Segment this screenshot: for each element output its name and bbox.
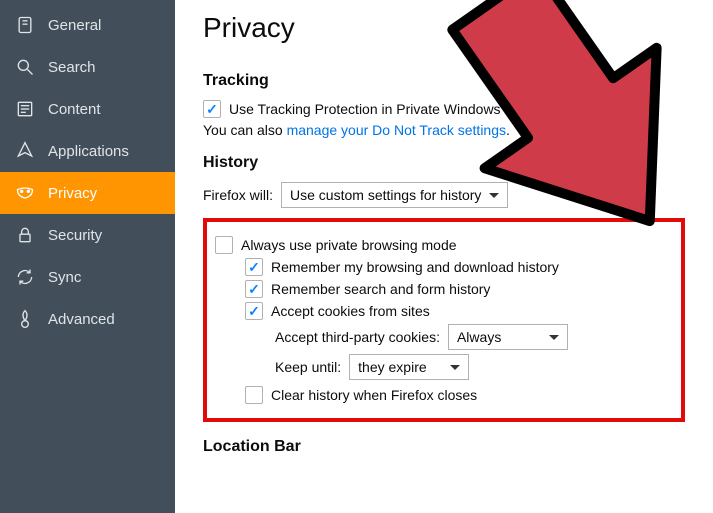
page-title: Privacy (203, 12, 685, 44)
locationbar-heading: Location Bar (203, 438, 685, 456)
third-party-select[interactable]: Always (448, 324, 568, 350)
sidebar-item-applications[interactable]: Applications (0, 130, 175, 172)
remember-browsing-label: Remember my browsing and download histor… (271, 259, 559, 275)
remember-browsing-row: Remember my browsing and download histor… (215, 258, 667, 276)
accept-cookies-checkbox[interactable] (245, 302, 263, 320)
remember-search-row: Remember search and form history (215, 280, 667, 298)
do-not-track-link[interactable]: manage your Do Not Track settings (287, 122, 506, 138)
keep-until-row: Keep until: they expire (215, 354, 667, 380)
tracking-protection-checkbox[interactable] (203, 100, 221, 118)
sidebar-item-label: Security (48, 227, 102, 244)
remember-search-label: Remember search and form history (271, 281, 490, 297)
sidebar: General Search Content Applications Priv… (0, 0, 175, 513)
sync-icon (14, 266, 36, 288)
tracking-heading: Tracking (203, 72, 685, 90)
history-will-row: Firefox will: Use custom settings for hi… (203, 182, 685, 208)
tracking-subtext-prefix: You can also (203, 122, 287, 138)
third-party-label: Accept third-party cookies: (275, 329, 440, 345)
sidebar-item-label: Sync (48, 269, 81, 286)
tracking-subtext: You can also manage your Do Not Track se… (203, 122, 685, 138)
remember-browsing-checkbox[interactable] (245, 258, 263, 276)
always-private-label: Always use private browsing mode (241, 237, 457, 253)
sidebar-item-label: General (48, 17, 101, 34)
content-icon (14, 98, 36, 120)
tracking-protection-row: Use Tracking Protection in Private Windo… (203, 100, 685, 118)
history-highlight-box: Always use private browsing mode Remembe… (203, 218, 685, 422)
sidebar-item-general[interactable]: General (0, 4, 175, 46)
accept-cookies-label: Accept cookies from sites (271, 303, 430, 319)
sidebar-item-advanced[interactable]: Advanced (0, 298, 175, 340)
main-panel: Privacy Tracking Use Tracking Protection… (175, 0, 713, 513)
lock-icon (14, 224, 36, 246)
history-will-label: Firefox will: (203, 187, 273, 203)
sidebar-item-label: Applications (48, 143, 129, 160)
search-icon (14, 56, 36, 78)
tracking-protection-label: Use Tracking Protection in Private Windo… (229, 101, 501, 117)
sidebar-item-label: Search (48, 59, 96, 76)
history-will-select[interactable]: Use custom settings for history (281, 182, 508, 208)
third-party-row: Accept third-party cookies: Always (215, 324, 667, 350)
keep-until-select[interactable]: they expire (349, 354, 469, 380)
sidebar-item-label: Advanced (48, 311, 115, 328)
clear-on-close-row: Clear history when Firefox closes (215, 386, 667, 404)
applications-icon (14, 140, 36, 162)
remember-search-checkbox[interactable] (245, 280, 263, 298)
accept-cookies-row: Accept cookies from sites (215, 302, 667, 320)
general-icon (14, 14, 36, 36)
keep-until-label: Keep until: (275, 359, 341, 375)
sidebar-item-search[interactable]: Search (0, 46, 175, 88)
history-heading: History (203, 154, 685, 172)
clear-on-close-label: Clear history when Firefox closes (271, 387, 477, 403)
sidebar-item-label: Content (48, 101, 101, 118)
advanced-icon (14, 308, 36, 330)
sidebar-item-security[interactable]: Security (0, 214, 175, 256)
sidebar-item-privacy[interactable]: Privacy (0, 172, 175, 214)
always-private-checkbox[interactable] (215, 236, 233, 254)
sidebar-item-sync[interactable]: Sync (0, 256, 175, 298)
always-private-row: Always use private browsing mode (215, 236, 667, 254)
clear-on-close-checkbox[interactable] (245, 386, 263, 404)
sidebar-item-content[interactable]: Content (0, 88, 175, 130)
sidebar-item-label: Privacy (48, 185, 97, 202)
privacy-mask-icon (14, 182, 36, 204)
